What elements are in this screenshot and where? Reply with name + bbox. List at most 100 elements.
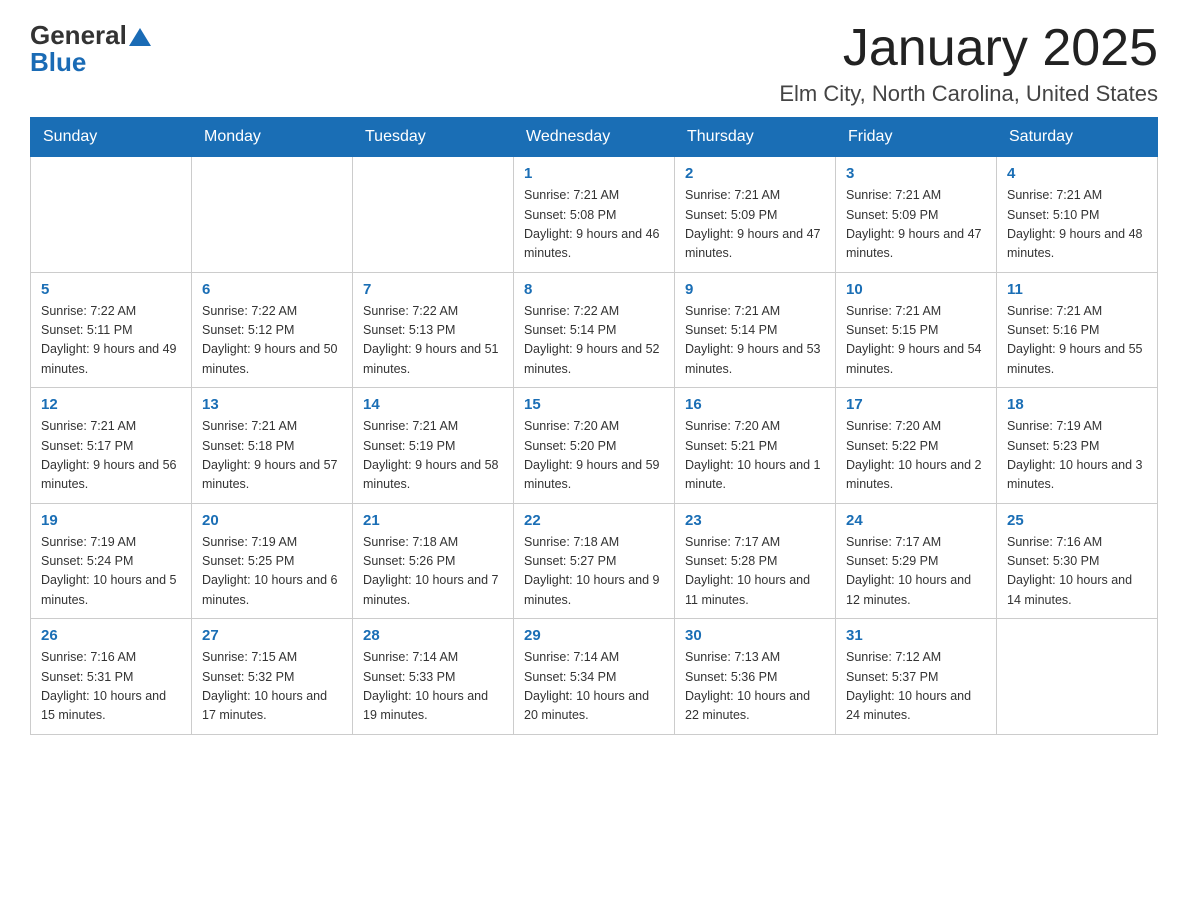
calendar-cell: 18Sunrise: 7:19 AM Sunset: 5:23 PM Dayli… <box>997 388 1158 504</box>
day-number: 16 <box>685 396 825 413</box>
day-info: Sunrise: 7:14 AM Sunset: 5:34 PM Dayligh… <box>524 648 664 726</box>
calendar-cell: 23 Sunrise: 7:17 AM Sunset: 5:28 PM Dayli… <box>675 503 836 619</box>
calendar-cell: 9 Sunrise: 7:21 AM Sunset: 5:14 PM Daylig… <box>675 272 836 388</box>
calendar-cell: 16 Sunrise: 7:20 AM Sunset: 5:21 PM Dayli… <box>675 388 836 504</box>
day-info: Sunrise: 7:15 AM Sunset: 5:32 PM Dayligh… <box>202 648 342 726</box>
day-info: Sunrise: 7:20 AM Sunset: 5:22 PM Dayligh… <box>846 417 986 495</box>
logo-blue: Blue <box>30 47 86 78</box>
day-info: Sunrise: 7:17 AM Sunset: 5:28 PM Dayligh… <box>685 533 825 611</box>
day-number: 6 <box>202 281 342 298</box>
calendar-cell: 31 Sunrise: 7:12 AM Sunset: 5:37 PM Dayli… <box>836 619 997 735</box>
day-number: 26 <box>41 627 181 644</box>
day-number: 3 <box>846 165 986 182</box>
calendar-week-row: 1Sunrise: 7:21 AM Sunset: 5:08 PM Daylig… <box>31 157 1158 273</box>
day-number: 22 <box>524 512 664 529</box>
month-title: January 2025 <box>779 20 1158 77</box>
day-info: Sunrise: 7:16 AM Sunset: 5:31 PM Dayligh… <box>41 648 181 726</box>
calendar-week-row: 26 Sunrise: 7:16 AM Sunset: 5:31 PM Dayli… <box>31 619 1158 735</box>
day-number: 13 <box>202 396 342 413</box>
day-info: Sunrise: 7:21 AM Sunset: 5:08 PM Dayligh… <box>524 186 664 264</box>
calendar-cell: 17 Sunrise: 7:20 AM Sunset: 5:22 PM Dayli… <box>836 388 997 504</box>
calendar-header-sunday: Sunday <box>31 118 192 157</box>
day-info: Sunrise: 7:22 AM Sunset: 5:14 PM Dayligh… <box>524 302 664 380</box>
calendar-cell: 8 Sunrise: 7:22 AM Sunset: 5:14 PM Daylig… <box>514 272 675 388</box>
calendar-cell: 13 Sunrise: 7:21 AM Sunset: 5:18 PM Dayli… <box>192 388 353 504</box>
calendar-cell: 22 Sunrise: 7:18 AM Sunset: 5:27 PM Dayli… <box>514 503 675 619</box>
day-info: Sunrise: 7:13 AM Sunset: 5:36 PM Dayligh… <box>685 648 825 726</box>
day-number: 19 <box>41 512 181 529</box>
day-number: 20 <box>202 512 342 529</box>
day-info: Sunrise: 7:20 AM Sunset: 5:21 PM Dayligh… <box>685 417 825 495</box>
day-info: Sunrise: 7:18 AM Sunset: 5:27 PM Dayligh… <box>524 533 664 611</box>
day-info: Sunrise: 7:19 AM Sunset: 5:24 PM Dayligh… <box>41 533 181 611</box>
calendar-cell: 29Sunrise: 7:14 AM Sunset: 5:34 PM Dayli… <box>514 619 675 735</box>
day-number: 4 <box>1007 165 1147 182</box>
day-number: 8 <box>524 281 664 298</box>
day-number: 17 <box>846 396 986 413</box>
day-number: 9 <box>685 281 825 298</box>
calendar-cell: 26 Sunrise: 7:16 AM Sunset: 5:31 PM Dayli… <box>31 619 192 735</box>
calendar-week-row: 19 Sunrise: 7:19 AM Sunset: 5:24 PM Dayli… <box>31 503 1158 619</box>
calendar-cell: 7Sunrise: 7:22 AM Sunset: 5:13 PM Daylig… <box>353 272 514 388</box>
day-number: 7 <box>363 281 503 298</box>
location-title: Elm City, North Carolina, United States <box>779 81 1158 107</box>
day-number: 25 <box>1007 512 1147 529</box>
day-info: Sunrise: 7:12 AM Sunset: 5:37 PM Dayligh… <box>846 648 986 726</box>
calendar-cell: 10 Sunrise: 7:21 AM Sunset: 5:15 PM Dayli… <box>836 272 997 388</box>
day-info: Sunrise: 7:19 AM Sunset: 5:23 PM Dayligh… <box>1007 417 1147 495</box>
calendar-week-row: 5Sunrise: 7:22 AM Sunset: 5:11 PM Daylig… <box>31 272 1158 388</box>
day-info: Sunrise: 7:21 AM Sunset: 5:14 PM Dayligh… <box>685 302 825 380</box>
calendar-cell: 4 Sunrise: 7:21 AM Sunset: 5:10 PM Daylig… <box>997 157 1158 273</box>
day-info: Sunrise: 7:21 AM Sunset: 5:17 PM Dayligh… <box>41 417 181 495</box>
day-number: 31 <box>846 627 986 644</box>
day-number: 11 <box>1007 281 1147 298</box>
calendar-header-friday: Friday <box>836 118 997 157</box>
day-info: Sunrise: 7:21 AM Sunset: 5:19 PM Dayligh… <box>363 417 503 495</box>
day-info: Sunrise: 7:16 AM Sunset: 5:30 PM Dayligh… <box>1007 533 1147 611</box>
calendar-cell <box>31 157 192 273</box>
day-number: 15 <box>524 396 664 413</box>
calendar-cell: 15 Sunrise: 7:20 AM Sunset: 5:20 PM Dayli… <box>514 388 675 504</box>
calendar-cell <box>353 157 514 273</box>
calendar-cell: 27 Sunrise: 7:15 AM Sunset: 5:32 PM Dayli… <box>192 619 353 735</box>
calendar-cell: 11 Sunrise: 7:21 AM Sunset: 5:16 PM Dayli… <box>997 272 1158 388</box>
calendar-header-row: SundayMondayTuesdayWednesdayThursdayFrid… <box>31 118 1158 157</box>
calendar-cell: 14Sunrise: 7:21 AM Sunset: 5:19 PM Dayli… <box>353 388 514 504</box>
page-header: General Blue January 2025 Elm City, Nort… <box>30 20 1158 107</box>
calendar-cell <box>997 619 1158 735</box>
day-number: 23 <box>685 512 825 529</box>
day-number: 30 <box>685 627 825 644</box>
calendar-cell: 3Sunrise: 7:21 AM Sunset: 5:09 PM Daylig… <box>836 157 997 273</box>
day-number: 12 <box>41 396 181 413</box>
day-info: Sunrise: 7:19 AM Sunset: 5:25 PM Dayligh… <box>202 533 342 611</box>
calendar-cell: 20 Sunrise: 7:19 AM Sunset: 5:25 PM Dayli… <box>192 503 353 619</box>
calendar-cell: 12 Sunrise: 7:21 AM Sunset: 5:17 PM Dayli… <box>31 388 192 504</box>
calendar-cell: 1Sunrise: 7:21 AM Sunset: 5:08 PM Daylig… <box>514 157 675 273</box>
calendar-header-monday: Monday <box>192 118 353 157</box>
calendar-cell: 6Sunrise: 7:22 AM Sunset: 5:12 PM Daylig… <box>192 272 353 388</box>
day-number: 2 <box>685 165 825 182</box>
calendar-cell: 25 Sunrise: 7:16 AM Sunset: 5:30 PM Dayli… <box>997 503 1158 619</box>
day-info: Sunrise: 7:21 AM Sunset: 5:15 PM Dayligh… <box>846 302 986 380</box>
day-info: Sunrise: 7:18 AM Sunset: 5:26 PM Dayligh… <box>363 533 503 611</box>
calendar-cell: 28 Sunrise: 7:14 AM Sunset: 5:33 PM Dayli… <box>353 619 514 735</box>
calendar-table: SundayMondayTuesdayWednesdayThursdayFrid… <box>30 117 1158 735</box>
day-info: Sunrise: 7:21 AM Sunset: 5:18 PM Dayligh… <box>202 417 342 495</box>
day-info: Sunrise: 7:17 AM Sunset: 5:29 PM Dayligh… <box>846 533 986 611</box>
calendar-cell <box>192 157 353 273</box>
calendar-cell: 2 Sunrise: 7:21 AM Sunset: 5:09 PM Daylig… <box>675 157 836 273</box>
day-info: Sunrise: 7:20 AM Sunset: 5:20 PM Dayligh… <box>524 417 664 495</box>
day-info: Sunrise: 7:21 AM Sunset: 5:09 PM Dayligh… <box>685 186 825 264</box>
day-number: 28 <box>363 627 503 644</box>
day-number: 27 <box>202 627 342 644</box>
calendar-cell: 24Sunrise: 7:17 AM Sunset: 5:29 PM Dayli… <box>836 503 997 619</box>
calendar-header-thursday: Thursday <box>675 118 836 157</box>
logo: General Blue <box>30 20 151 78</box>
calendar-header-saturday: Saturday <box>997 118 1158 157</box>
day-info: Sunrise: 7:21 AM Sunset: 5:16 PM Dayligh… <box>1007 302 1147 380</box>
day-info: Sunrise: 7:14 AM Sunset: 5:33 PM Dayligh… <box>363 648 503 726</box>
day-info: Sunrise: 7:21 AM Sunset: 5:10 PM Dayligh… <box>1007 186 1147 264</box>
calendar-cell: 19 Sunrise: 7:19 AM Sunset: 5:24 PM Dayli… <box>31 503 192 619</box>
day-number: 10 <box>846 281 986 298</box>
calendar-header-tuesday: Tuesday <box>353 118 514 157</box>
